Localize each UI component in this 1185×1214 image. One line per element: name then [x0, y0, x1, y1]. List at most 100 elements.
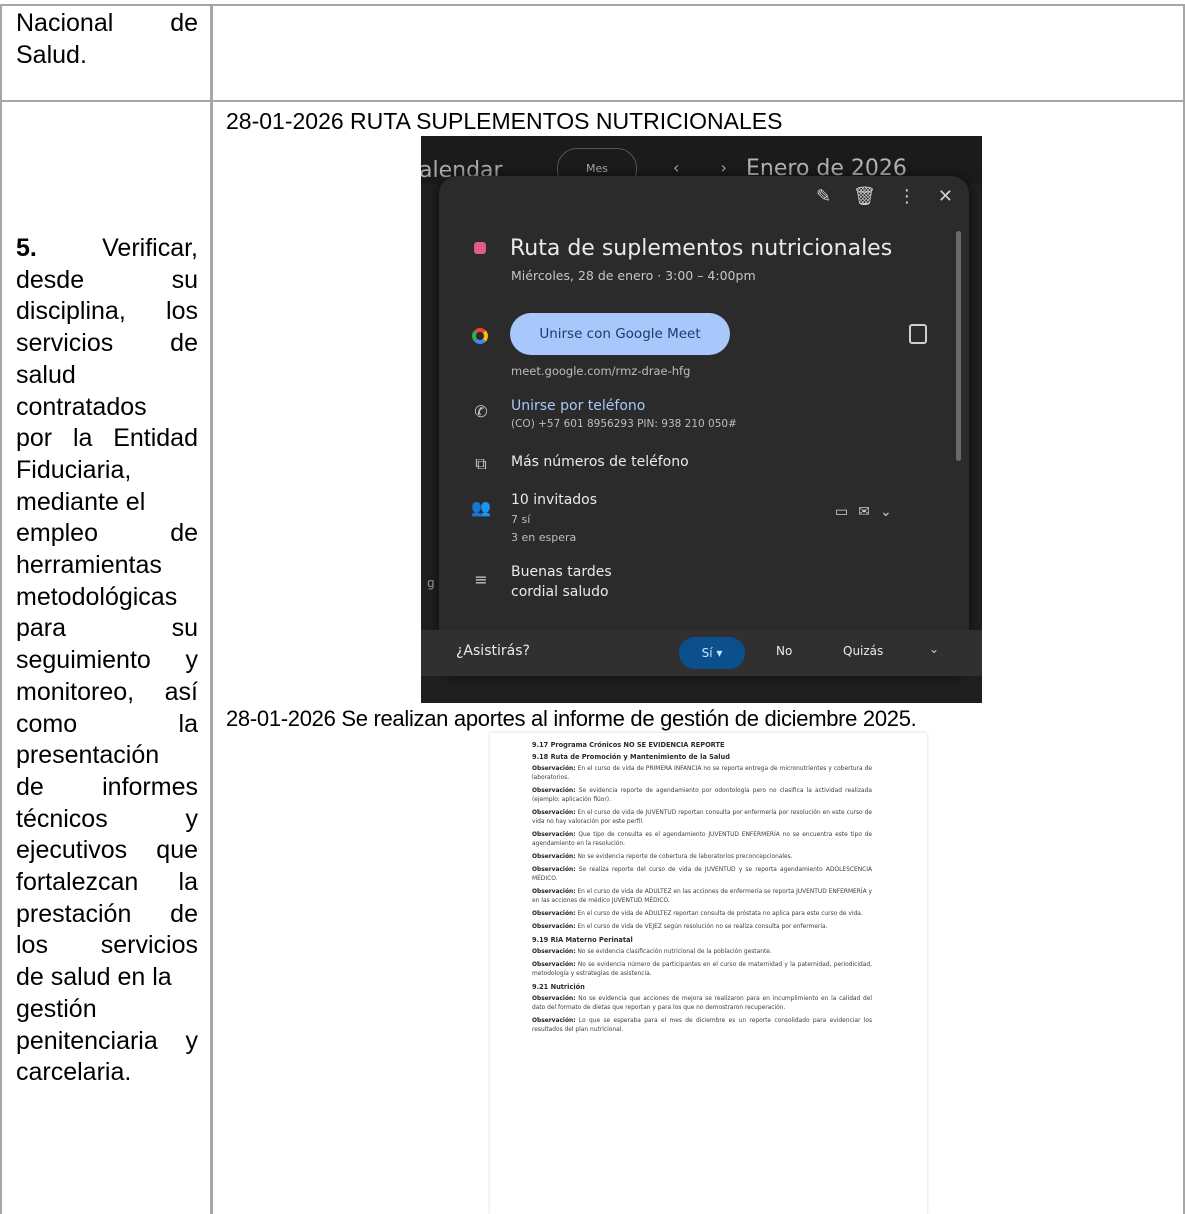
report-observation: Observación: No se evidencia clasificaci… [532, 948, 872, 957]
observation-text: No se evidencia reporte de cobertura de … [577, 854, 793, 860]
caption-route-nutritional: 28-01-2026 RUTA SUPLEMENTOS NUTRICIONALE… [226, 108, 783, 134]
more-icon[interactable]: ⋮ [898, 186, 916, 207]
background-fragment: g [427, 576, 435, 590]
month-nav-arrows[interactable]: ‹ › [673, 158, 745, 177]
observation-label: Observación: [532, 854, 576, 860]
report-observation: Observación: No se evidencia número de p… [532, 961, 872, 979]
text-line: salud [16, 360, 76, 389]
more-phone-numbers-link[interactable]: Más números de teléfono [511, 454, 689, 470]
copy-icon[interactable] [909, 324, 927, 344]
text-line: Salud. [16, 40, 87, 69]
text-line: desde su [16, 265, 198, 294]
item-first-word: Verificar, [102, 234, 198, 262]
table-row-divider [0, 100, 1185, 102]
text-line: gestión [16, 994, 97, 1023]
phone-number: (CO) +57 601 8956293 PIN: 938 210 050# [511, 418, 737, 430]
report-observation: Observación: En el curso de vida de PRIM… [532, 765, 872, 783]
text-line: mediante el [16, 487, 146, 516]
rsvp-question: ¿Asistirás? [456, 643, 530, 659]
observation-text: En el curso de vida de VEJEZ según resol… [577, 924, 828, 930]
text-line: para su [16, 614, 198, 643]
observation-text: En el curso de vida de PRIMERA INFANCIA … [532, 766, 872, 781]
email-icon[interactable]: ✉ [858, 504, 880, 520]
report-document-image: 9.17 Programa Crónicos NO SE EVIDENCIA R… [490, 733, 927, 1214]
popup-scrollbar[interactable] [956, 231, 961, 461]
phone-icon: ✆ [474, 402, 488, 421]
text-line: los servicios [16, 931, 198, 960]
report-observation: Observación: En el curso de vida de ADUL… [532, 910, 872, 919]
observation-label: Observación: [532, 889, 576, 895]
report-observation: Observación: En el curso de vida de ADUL… [532, 888, 872, 906]
chevron-down-icon[interactable]: ⌄ [929, 642, 939, 656]
observation-text: No se evidencia clasificación nutriciona… [577, 949, 772, 955]
text-line: prestación de [16, 899, 198, 928]
report-observation: Observación: En el curso de vida de VEJE… [532, 923, 872, 932]
report-heading: 9.18 Ruta de Promoción y Mantenimiento d… [532, 753, 730, 761]
observation-text: Lo que se esperaba para el mes de diciem… [532, 1018, 873, 1033]
description-icon: ≡ [474, 570, 488, 589]
observation-label: Observación: [532, 924, 576, 930]
observation-text: En el curso de vida de ADULTEZ en las ac… [532, 889, 872, 904]
report-observation: Observación: En el curso de vida de JUVE… [532, 809, 872, 827]
observation-text: En el curso de vida de JUVENTUD reportan… [532, 810, 873, 825]
caption-report-contributions: 28-01-2026 Se realizan aportes al inform… [226, 706, 917, 731]
report-observation: Observación: Se evidencia reporte de age… [532, 787, 872, 805]
observation-label: Observación: [532, 788, 576, 794]
observation-label: Observación: [532, 996, 576, 1002]
report-content: 9.17 Programa Crónicos NO SE EVIDENCIA R… [532, 739, 872, 1039]
table-border-left [0, 4, 2, 1214]
rsvp-no-button[interactable]: No [776, 644, 792, 658]
item-number: 5. [16, 234, 37, 262]
delete-icon[interactable]: 🗑 [853, 186, 876, 207]
report-observation: Observación: No se evidencia reporte de … [532, 853, 872, 862]
report-observation: Observación: Lo que se esperaba para el … [532, 1017, 872, 1035]
observation-text: Que tipo de consulta es el agendamiento … [532, 832, 872, 847]
observation-text: Se evidencia reporte de agendamiento por… [532, 788, 872, 803]
event-date-time: Miércoles, 28 de enero · 3:00 – 4:00pm [511, 268, 756, 283]
event-title: Ruta de suplementos nutricionales [510, 236, 893, 261]
text-line: monitoreo, así [16, 677, 198, 706]
popup-action-icons: ✎ 🗑 ⋮ ✕ [794, 186, 953, 207]
text-line: como la [16, 709, 198, 738]
text-line: carcelaria. [16, 1058, 132, 1087]
text-line: de salud en la [16, 963, 172, 992]
report-observation: Observación: Se realiza reporte del curs… [532, 866, 872, 884]
text-line: metodológicas [16, 582, 178, 611]
edit-icon[interactable]: ✎ [816, 186, 831, 207]
report-observation: Observación: Que tipo de consulta es el … [532, 831, 872, 849]
people-icon: 👥 [471, 498, 491, 517]
guests-count[interactable]: 10 invitados [511, 492, 597, 508]
text-line: por la Entidad [16, 424, 198, 453]
guests-yes: 7 sí [511, 513, 531, 526]
report-heading: 9.17 Programa Crónicos NO SE EVIDENCIA R… [532, 741, 725, 749]
guest-actions: ▭✉⌄ [835, 504, 902, 520]
observation-text: No se evidencia número de participantes … [532, 962, 872, 977]
text-line: técnicos y [16, 804, 198, 833]
event-color-square [474, 242, 486, 254]
rsvp-yes-button[interactable]: Sí ▾ [679, 637, 745, 669]
text-line: disciplina, los [16, 297, 198, 326]
close-icon[interactable]: ✕ [938, 186, 953, 207]
join-by-phone-link[interactable]: Unirse por teléfono [511, 398, 645, 414]
rsvp-bar: ¿Asistirás? Sí ▾ No Quizás ⌄ [421, 630, 982, 676]
chat-icon[interactable]: ▭ [835, 504, 858, 520]
previous-row-text: Nacional de Salud. [16, 8, 198, 71]
text-line: contratados [16, 392, 147, 421]
text-line: herramientas [16, 551, 162, 580]
table-border-top [0, 4, 1185, 6]
text-line: ejecutivos que [16, 836, 198, 865]
external-link-icon: ⧉ [475, 454, 487, 473]
observation-text: No se evidencia que acciones de mejora s… [532, 996, 872, 1011]
text-line: fortalezcan la [16, 868, 198, 897]
rsvp-maybe-button[interactable]: Quizás [843, 644, 883, 658]
observation-label: Observación: [532, 962, 576, 968]
observation-label: Observación: [532, 810, 576, 816]
meet-link[interactable]: meet.google.com/rmz-drae-hfg [511, 364, 690, 378]
text-line: de informes [16, 772, 198, 801]
text-line: Nacional de [16, 9, 198, 37]
join-meet-button[interactable]: Unirse con Google Meet [510, 313, 730, 355]
text-line: penitenciaria y [16, 1026, 198, 1055]
observation-label: Observación: [532, 949, 576, 955]
google-meet-icon [472, 328, 488, 344]
chevron-down-icon[interactable]: ⌄ [880, 504, 902, 520]
